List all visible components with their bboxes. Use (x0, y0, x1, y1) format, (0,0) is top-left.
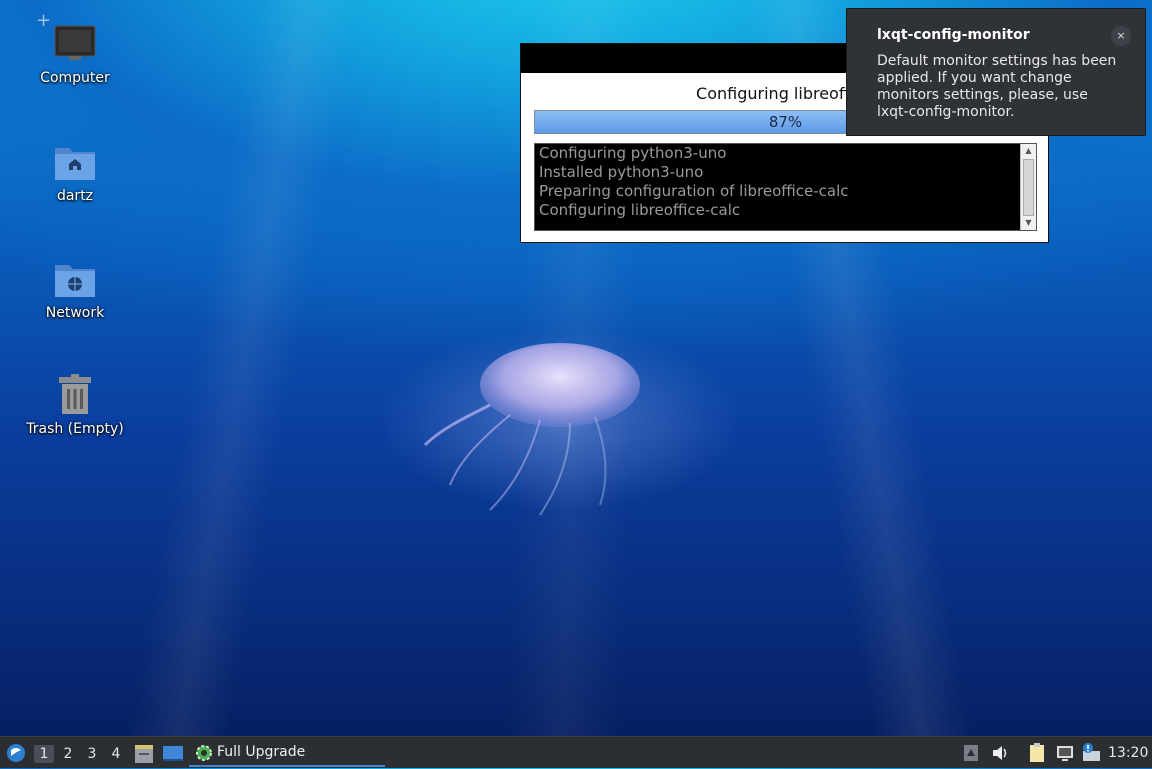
notification-title: lxqt-config-monitor (877, 27, 1030, 43)
home-folder-icon (55, 148, 95, 180)
update-notifier-icon[interactable] (1080, 737, 1102, 769)
log-line: Configuring python3-uno (539, 144, 727, 162)
notification-body: Default monitor settings has been applie… (877, 53, 1117, 120)
main-menu-icon[interactable] (5, 737, 27, 769)
log-scrollbar[interactable]: ▲ ▼ (1020, 144, 1036, 230)
progress-log[interactable]: Configuring python3-uno Installed python… (534, 143, 1037, 231)
monitor-icon (54, 25, 96, 60)
trash-icon (59, 374, 91, 414)
notification-popup: lxqt-config-monitor × Default monitor se… (846, 8, 1146, 136)
show-desktop-icon[interactable] (162, 737, 184, 769)
wallpaper-jellyfish (423, 343, 640, 516)
network-folder-icon (55, 265, 95, 297)
desktop-icon-network[interactable]: Network (10, 257, 140, 321)
workspace-3-button[interactable]: 3 (82, 745, 102, 763)
taskbar: 1 2 3 4 Full Upgrade 13:20 (0, 736, 1152, 768)
clock[interactable]: 13:20 (1108, 745, 1148, 761)
desktop-icon-label: Network (45, 305, 105, 321)
log-line: Configuring libreoffice-calc (539, 201, 741, 219)
desktop-icon-home-folder[interactable]: dartz (10, 140, 140, 204)
log-line: Preparing configuration of libreoffice-c… (539, 182, 849, 200)
clipboard-icon[interactable] (1027, 737, 1047, 769)
file-manager-icon[interactable] (134, 737, 154, 769)
scroll-down-arrow-icon[interactable]: ▼ (1021, 216, 1036, 230)
tray-arrow-up-icon[interactable] (963, 737, 979, 769)
desktop-icon-trash[interactable]: Trash (Empty) (10, 373, 140, 437)
scroll-up-arrow-icon[interactable]: ▲ (1021, 144, 1036, 158)
notification-close-button[interactable]: × (1111, 26, 1131, 46)
gear-icon (196, 745, 212, 761)
task-label: Full Upgrade (217, 744, 306, 760)
network-status-icon[interactable] (1055, 737, 1075, 769)
log-line: Installed python3-uno (539, 163, 704, 181)
desktop-icon-label: Trash (Empty) (26, 421, 124, 437)
scrollbar-thumb[interactable] (1023, 159, 1034, 216)
volume-icon[interactable] (991, 737, 1009, 769)
desktop-icon-label: dartz (56, 188, 94, 204)
taskbar-task-full-upgrade[interactable]: Full Upgrade (189, 739, 385, 767)
workspace-4-button[interactable]: 4 (106, 745, 126, 763)
workspace-1-button[interactable]: 1 (34, 745, 54, 763)
desktop-icon-computer[interactable]: Computer (10, 22, 140, 86)
workspace-2-button[interactable]: 2 (58, 745, 78, 763)
desktop-icon-label: Computer (40, 70, 110, 86)
